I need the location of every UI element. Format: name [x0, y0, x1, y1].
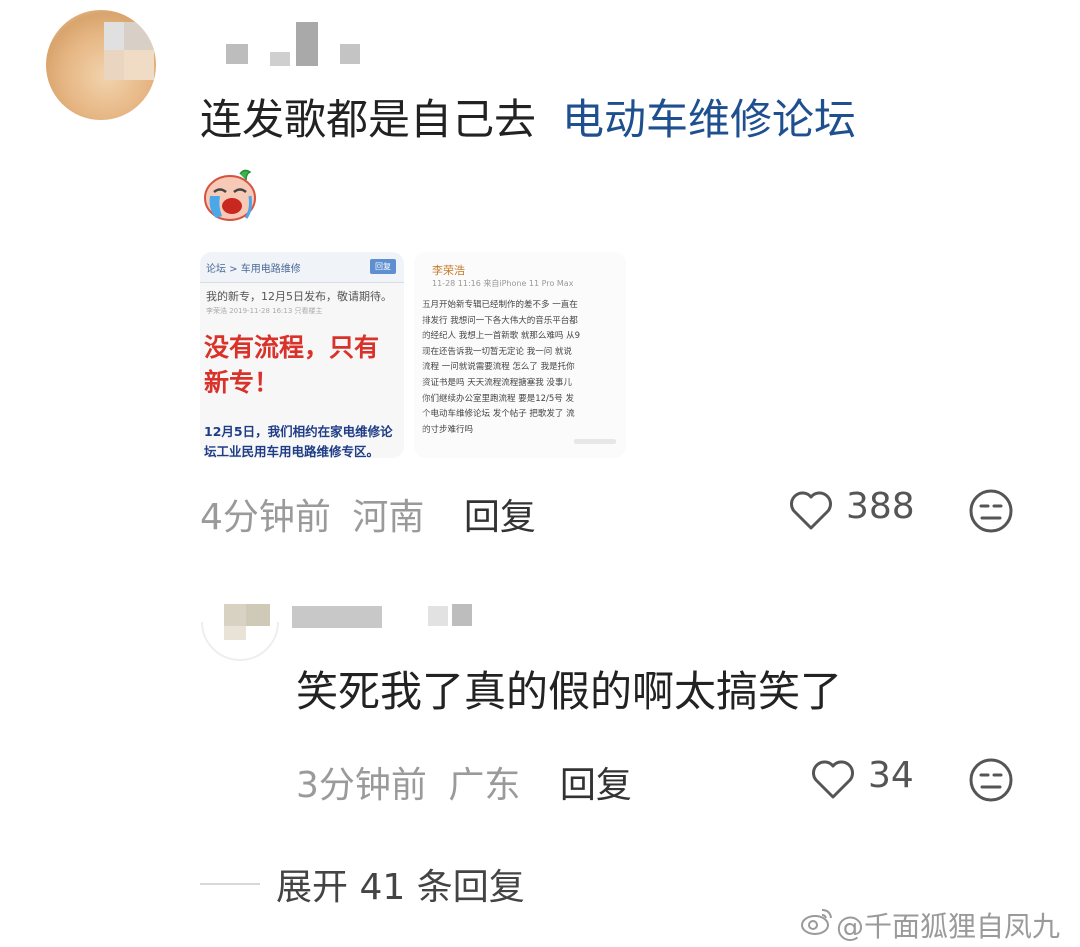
comment-text: 连发歌都是自己去 电动车维修论坛 [200, 92, 856, 148]
post-body-line: 流程 一问就说需要流程 怎么了 我是托你 [422, 362, 575, 373]
like-count: 34 [868, 755, 914, 796]
topic-link[interactable]: 电动车维修论坛 [562, 95, 856, 144]
post-body-line: 现在还告诉我一切暂无定论 我一问 就说 [422, 346, 572, 357]
comment-time: 4分钟前 [200, 497, 331, 538]
post-author-name: 李荣浩 [432, 264, 465, 277]
post-line: 我的新专，12月5日发布，敬请期待。 [206, 290, 392, 303]
forum-reply-button: 回复 [370, 259, 396, 274]
forum-header: 论坛 > 车用电路维修 回复 [200, 252, 404, 283]
reply-location: 广东 [448, 765, 521, 806]
post-headline: 没有流程，只有新专！ [204, 333, 380, 397]
comment-location: 河南 [352, 497, 425, 538]
post-body-line: 的寸步难行吗 [422, 424, 474, 435]
image-footer-bar [574, 439, 616, 444]
expand-divider [200, 883, 260, 885]
neutral-face-icon[interactable] [968, 488, 1014, 534]
forum-breadcrumb: 论坛 > 车用电路维修 [206, 264, 301, 275]
reply-meta: 3分钟前 广东 回复 [296, 756, 632, 808]
reply-button[interactable]: 回复 [464, 497, 536, 538]
post-body-line: 的经纪人 我想上一首新歌 就那么难吗 从9 [422, 331, 581, 342]
heart-outline-icon[interactable] [810, 758, 856, 800]
expand-replies-button[interactable]: 展开 41 条回复 [276, 858, 525, 910]
heart-outline-icon[interactable] [788, 489, 834, 531]
post-body-line: 资证书是吗 天天流程流程搪塞我 没事儿 [422, 377, 572, 388]
attached-image-2[interactable]: 李荣浩 11-28 11:16 来自iPhone 11 Pro Max 五月开始… [414, 252, 626, 458]
image-edge-fade [414, 252, 428, 458]
post-body-line: 排发行 我想问一下各大伟大的音乐平台都 [422, 315, 578, 326]
post-blue-line: 坛工业民用车用电路维修专区。 [204, 444, 380, 458]
commenter-avatar[interactable] [46, 10, 156, 120]
post-body: 五月开始新专辑已经制作的差不多 一直在 排发行 我想问一下各大伟大的音乐平台都 … [422, 298, 626, 438]
post-meta: 李荣浩 2019-11-28 16:13 只看楼主 [206, 307, 323, 315]
post-body-line: 你们继续办公室里跑流程 要是12/5号 发 [422, 393, 574, 404]
reply-button[interactable]: 回复 [560, 765, 632, 806]
like-count: 388 [846, 486, 915, 527]
reply-text: 笑死我了真的假的啊太搞笑了 [296, 667, 843, 716]
post-blue-line: 12月5日，我们相约在家电维修论 [204, 424, 393, 439]
neutral-face-icon[interactable] [968, 757, 1014, 803]
post-body-line: 个电动车维修论坛 发个帖子 把歌发了 流 [422, 409, 575, 420]
post-author-meta: 11-28 11:16 来自iPhone 11 Pro Max [432, 279, 574, 288]
crying-laugh-sticker-icon [204, 169, 256, 221]
comment-body: 连发歌都是自己去 [200, 95, 537, 144]
reply-time: 3分钟前 [296, 765, 427, 806]
weibo-logo-icon [801, 909, 832, 935]
attached-image-1[interactable]: 论坛 > 车用电路维修 回复 我的新专，12月5日发布，敬请期待。 李荣浩 20… [200, 252, 404, 458]
post-body-line: 五月开始新专辑已经制作的差不多 一直在 [422, 300, 578, 310]
watermark-text: @千面狐狸自凤九 [836, 910, 1061, 943]
comment-meta: 4分钟前 河南 回复 [200, 488, 536, 540]
reply-avatar[interactable] [200, 598, 280, 662]
